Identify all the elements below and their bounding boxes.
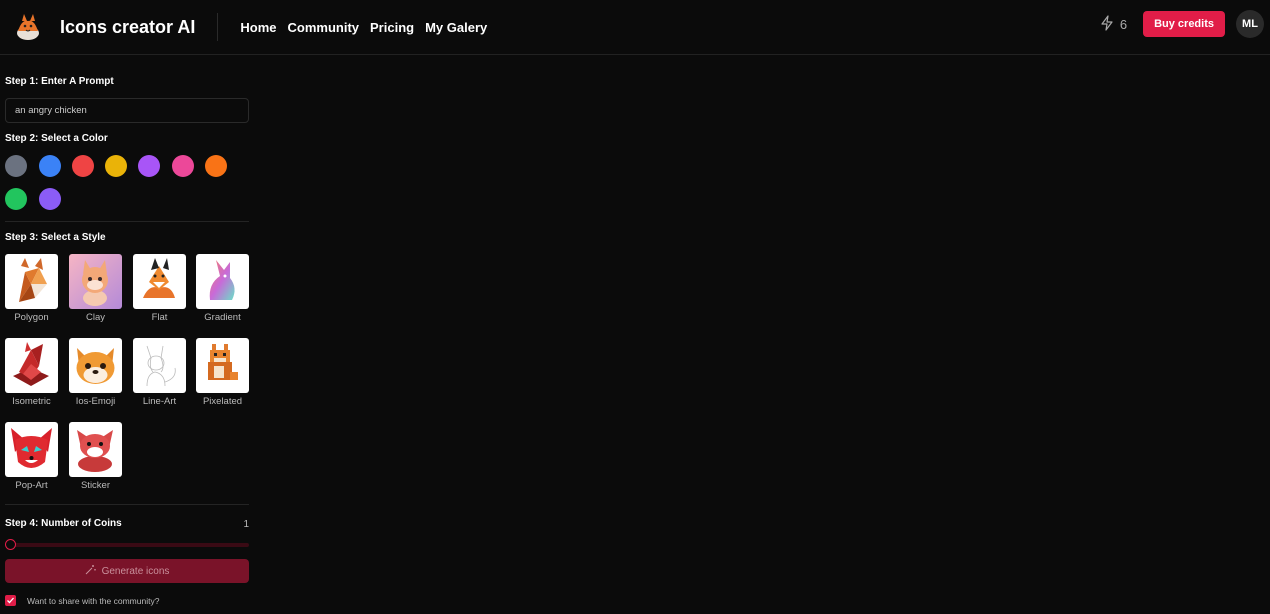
header-divider — [217, 13, 219, 41]
share-checkbox[interactable] — [5, 595, 16, 606]
nav-community[interactable]: Community — [288, 20, 360, 35]
style-label-clay: Clay — [85, 312, 105, 323]
style-clay[interactable]: Clay — [69, 254, 122, 323]
style-label-sticker: Sticker — [80, 480, 111, 491]
style-pop-art[interactable]: Pop-Art — [5, 422, 58, 491]
nav-home[interactable]: Home — [240, 20, 276, 35]
share-toggle[interactable]: Want to share with the community? — [5, 595, 159, 606]
flat-fox-icon — [133, 254, 186, 309]
color-swatch-yellow[interactable] — [105, 155, 127, 177]
coins-slider-track[interactable] — [5, 543, 249, 547]
style-line-art[interactable]: Line-Art — [133, 338, 186, 407]
ios-emoji-fox-icon — [69, 338, 122, 393]
style-label-pixelated: Pixelated — [202, 396, 243, 407]
section-divider — [5, 504, 249, 505]
nav-my-galery[interactable]: My Galery — [425, 20, 487, 35]
color-swatch-green[interactable] — [5, 188, 27, 210]
credits-indicator: 6 — [1100, 14, 1128, 34]
buy-credits-button[interactable]: Buy credits — [1143, 11, 1225, 37]
style-sticker[interactable]: Sticker — [69, 422, 122, 491]
color-swatch-gray[interactable] — [5, 155, 27, 177]
clay-fox-icon — [69, 254, 122, 309]
style-gradient[interactable]: Gradient — [196, 254, 249, 323]
pop-art-fox-icon — [5, 422, 58, 477]
nav-pricing[interactable]: Pricing — [370, 20, 414, 35]
coins-value: 1 — [243, 519, 249, 530]
coins-slider-thumb[interactable] — [5, 539, 16, 550]
style-label-polygon: Polygon — [14, 312, 49, 323]
gradient-fox-icon — [196, 254, 249, 309]
color-swatch-orange[interactable] — [205, 155, 227, 177]
magic-wand-icon — [85, 564, 96, 578]
fox-logo-icon[interactable] — [12, 11, 44, 43]
main-nav: Home Community Pricing My Galery — [240, 20, 487, 35]
step2-title: Step 2: Select a Color — [5, 133, 108, 144]
line-art-fox-icon — [133, 338, 186, 393]
generate-icons-button[interactable]: Generate icons — [5, 559, 249, 583]
lightning-icon — [1100, 14, 1114, 34]
share-label: Want to share with the community? — [27, 595, 160, 606]
style-label-isometric: Isometric — [12, 396, 51, 407]
sticker-fox-icon — [69, 422, 122, 477]
step3-title: Step 3: Select a Style — [5, 232, 106, 243]
style-label-pop-art: Pop-Art — [15, 480, 48, 491]
color-swatch-purple[interactable] — [138, 155, 160, 177]
isometric-fox-icon — [5, 338, 58, 393]
style-ios-emoji[interactable]: Ios-Emoji — [69, 338, 122, 407]
color-swatch-red[interactable] — [72, 155, 94, 177]
top-bar: Icons creator AI Home Community Pricing … — [0, 0, 1270, 55]
app-title[interactable]: Icons creator AI — [60, 17, 195, 38]
style-label-flat: Flat — [151, 312, 168, 323]
style-flat[interactable]: Flat — [133, 254, 186, 323]
style-label-line-art: Line-Art — [142, 396, 177, 407]
style-pixelated[interactable]: Pixelated — [196, 338, 249, 407]
color-swatch-blue[interactable] — [39, 155, 61, 177]
style-polygon[interactable]: Polygon — [5, 254, 58, 323]
style-isometric[interactable]: Isometric — [5, 338, 58, 407]
header-right: 6 Buy credits ML — [1100, 10, 1264, 38]
section-divider — [5, 221, 249, 222]
step4-title: Step 4: Number of Coins — [5, 518, 122, 529]
polygon-fox-icon — [5, 254, 58, 309]
color-swatch-pink[interactable] — [172, 155, 194, 177]
color-swatch-violet[interactable] — [39, 188, 61, 210]
generate-label: Generate icons — [101, 565, 170, 577]
pixelated-fox-icon — [196, 338, 249, 393]
avatar[interactable]: ML — [1236, 10, 1264, 38]
prompt-input[interactable] — [5, 98, 249, 123]
style-label-ios-emoji: Ios-Emoji — [75, 396, 116, 407]
style-label-gradient: Gradient — [204, 312, 241, 323]
step1-title: Step 1: Enter A Prompt — [5, 76, 114, 87]
credits-count: 6 — [1119, 16, 1128, 32]
